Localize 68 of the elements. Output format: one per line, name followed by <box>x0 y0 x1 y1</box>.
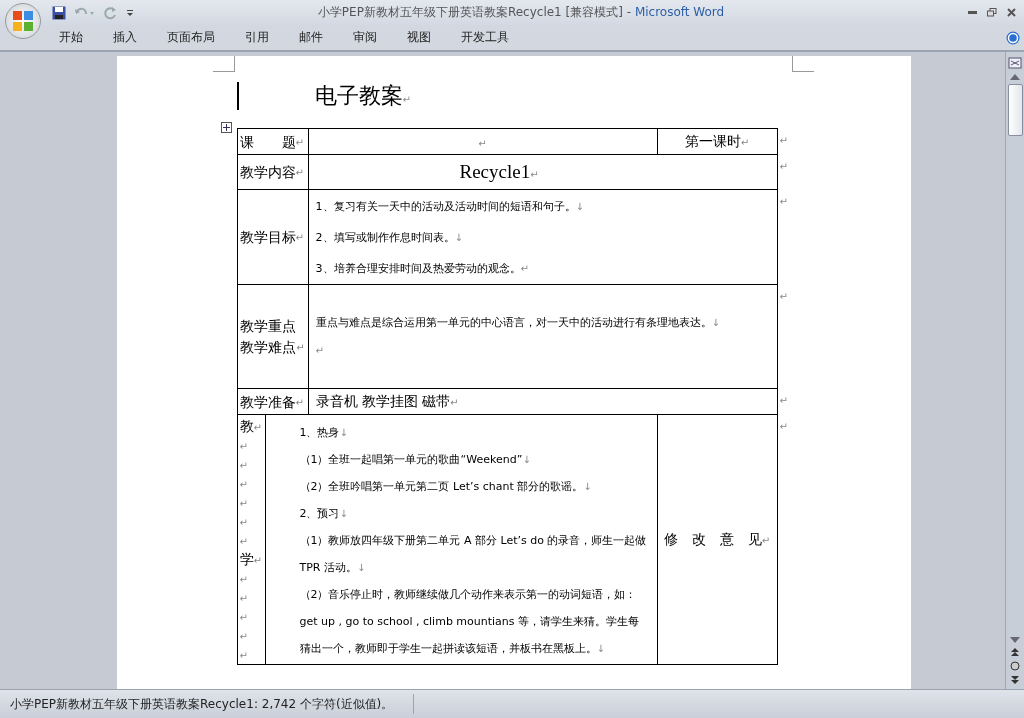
table-cell: 教学准备↵ <box>237 388 308 415</box>
ribbon-tab[interactable]: 页面布局 <box>156 26 226 49</box>
table-cell: 修 改 意 见↵ <box>657 414 777 665</box>
scroll-up-icon[interactable] <box>1010 74 1020 80</box>
table-move-handle-icon[interactable] <box>220 122 232 133</box>
cell-text: ↵ <box>239 611 249 625</box>
ribbon-tab[interactable]: 审阅 <box>342 26 388 49</box>
row-end-mark: ↵ <box>779 134 788 146</box>
cell-text: ↵ <box>239 535 249 549</box>
table-cell: 教学目标↵ <box>237 189 308 285</box>
paragraph: （2）音乐停止时，教师继续做几个动作来表示第一的动词短语，如：get up , go to school , climb mountians 等，请学生来猜。学生每猜出一个，教师即于学生一起拼读该短语，并板书在黑板上。↓ <box>299 587 641 657</box>
row-end-mark: ↵ <box>779 290 788 302</box>
ribbon-tab[interactable]: 开发工具 <box>450 26 520 49</box>
cell-text: ↵ <box>314 343 325 358</box>
cell-text: 录音机 教学挂图 磁带↵ <box>314 392 460 411</box>
cell-text: ↵ <box>239 573 249 587</box>
ribbon-tab[interactable]: 开始 <box>48 26 94 49</box>
document-heading: 电子教案↵ <box>314 82 411 110</box>
text-cursor <box>236 82 239 110</box>
previous-page-icon[interactable] <box>1010 647 1020 657</box>
paragraph: （1）教师放四年级下册第二单元 A 部分 Let’s do 的录音，师生一起做 TPR 活动。↓ <box>299 533 648 576</box>
row-end-mark: ↵ <box>779 160 788 172</box>
table-cell: 课 题↵ <box>237 128 308 155</box>
office-logo-icon <box>12 10 34 32</box>
cell-text: ↵ <box>239 440 249 454</box>
cell-text: ↵ <box>239 630 249 644</box>
cell-text: ↵ <box>477 136 488 150</box>
cell-text: 学↵ <box>239 550 263 569</box>
paragraph: 1、热身↓ <box>299 425 349 441</box>
row-end-mark: ↵ <box>779 195 788 207</box>
close-icon[interactable] <box>1007 8 1016 17</box>
scroll-thumb[interactable] <box>1007 84 1023 136</box>
paragraph: （2）全班吟唱第一单元第二页 Let’s chant 部分的歌谣。↓ <box>299 479 593 495</box>
ribbon-tab[interactable]: 邮件 <box>288 26 334 49</box>
cell-text: Recycle1↵ <box>458 161 540 183</box>
scroll-down-icon[interactable] <box>1010 637 1020 643</box>
cell-text: ↵ <box>239 649 249 663</box>
save-icon[interactable] <box>52 5 66 20</box>
cell-text: ↵ <box>239 497 249 511</box>
cell-text: 2、填写或制作作息时间表。↓ <box>314 229 464 246</box>
ribbon-tab[interactable]: 视图 <box>396 26 442 49</box>
crop-mark <box>212 56 235 72</box>
cell-text: 1、复习有关一天中的活动及活动时间的短语和句子。↓ <box>314 198 585 215</box>
crop-mark <box>791 56 814 72</box>
cell-text: ↵ <box>239 478 249 492</box>
ribbon-tab[interactable]: 插入 <box>102 26 148 49</box>
cell-text: 重点与难点是综合运用第一单元的中心语言，对一天中的活动进行有条理地表达。↓ <box>314 314 721 331</box>
cell-text: ↵ <box>239 516 249 530</box>
table-cell: 教学重点教学难点↵ <box>237 284 308 389</box>
cell-text: ↵ <box>239 592 249 606</box>
dropdown-icon[interactable] <box>126 8 134 17</box>
cell-text: 3、培养合理安排时间及热爱劳动的观念。↵ <box>314 260 530 277</box>
row-end-mark: ↵ <box>779 394 788 406</box>
table-cell: 教学内容↵ <box>237 154 308 190</box>
next-page-icon[interactable] <box>1010 675 1020 685</box>
table-cell: 第一课时↵ <box>657 128 777 155</box>
row-end-mark: ↵ <box>779 420 788 432</box>
paragraph: （1）全班一起唱第一单元的歌曲“Weekend”↓ <box>299 452 532 468</box>
restore-icon[interactable] <box>987 8 997 17</box>
ribbon-tab[interactable]: 引用 <box>234 26 280 49</box>
status-text: 小学PEP新教材五年级下册英语教案Recycle1: 2,742 个字符(近似值)。 <box>9 695 394 713</box>
window-title: 小学PEP新教材五年级下册英语教案Recycle1 [兼容模式] - Microsoft Word <box>316 4 726 21</box>
browse-object-icon[interactable] <box>1010 661 1020 671</box>
help-icon[interactable] <box>1006 30 1020 45</box>
office-button[interactable] <box>5 3 41 39</box>
paragraph: 2、预习↓ <box>299 506 349 522</box>
cell-text: 教↵ <box>239 417 263 436</box>
cell-text: ↵ <box>239 459 249 473</box>
